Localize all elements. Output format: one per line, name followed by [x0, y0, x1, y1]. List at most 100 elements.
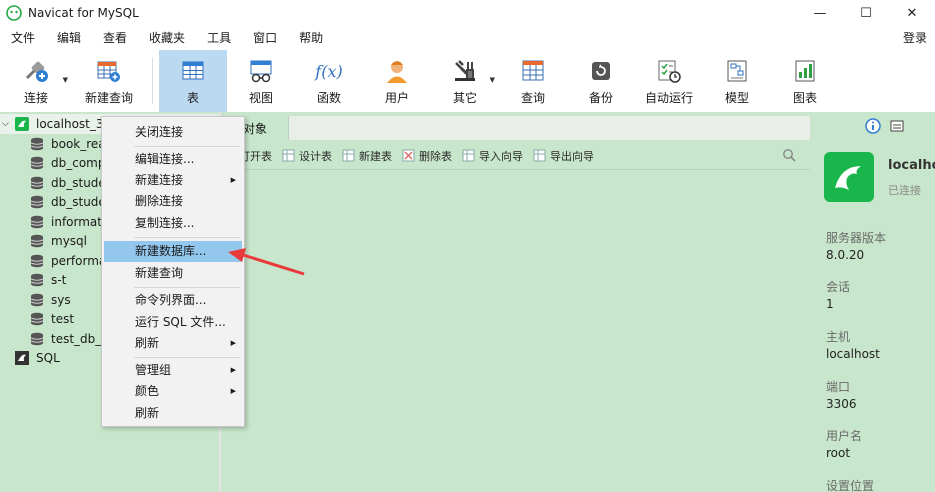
connection-name: localhost: [888, 158, 935, 173]
database-node[interactable]: test: [30, 309, 74, 329]
new-query-label: 新建查询: [84, 91, 133, 105]
object-pane: 对象 打开表 设计表 新建表 删除表 导入向导 导出向导: [221, 112, 810, 492]
export-wizard-button[interactable]: 导出向导: [533, 148, 594, 164]
database-icon: [30, 195, 44, 209]
maximize-button[interactable]: ☐: [843, 0, 889, 26]
design-table-button[interactable]: 设计表: [282, 148, 332, 164]
menu-view[interactable]: 查看: [92, 27, 138, 49]
chart-button[interactable]: 图表: [771, 50, 839, 112]
menu-manage-group[interactable]: 管理组 ▶: [104, 360, 242, 381]
backup-label: 备份: [588, 91, 613, 105]
design-table-label: 设计表: [299, 149, 332, 163]
menu-favorites[interactable]: 收藏夹: [138, 27, 196, 49]
database-label: db_stude: [51, 195, 106, 209]
database-icon: [30, 234, 44, 248]
navicat-logo-icon: [6, 5, 22, 21]
menu-delete-connection[interactable]: 删除连接: [104, 191, 242, 212]
function-button[interactable]: f(x) 函数: [295, 50, 363, 112]
submenu-arrow-icon: ▶: [230, 366, 236, 374]
menu-command-line[interactable]: 命令列界面...: [104, 290, 242, 311]
dropdown-arrow-icon[interactable]: ▼: [63, 76, 68, 84]
table-label: 表: [186, 91, 199, 105]
database-label: test: [51, 312, 75, 326]
menu-color[interactable]: 颜色 ▶: [104, 381, 242, 402]
menu-run-sql-file[interactable]: 运行 SQL 文件...: [104, 312, 242, 333]
automation-button[interactable]: 自动运行: [635, 50, 703, 112]
menu-help[interactable]: 帮助: [288, 27, 334, 49]
menu-edit-connection[interactable]: 编辑连接...: [104, 149, 242, 170]
dropdown-arrow-icon[interactable]: ▼: [490, 76, 495, 84]
menu-copy-connection[interactable]: 复制连接...: [104, 213, 242, 234]
sql-node[interactable]: SQL: [14, 348, 60, 368]
others-button[interactable]: 其它 ▼: [431, 50, 499, 112]
database-node[interactable]: sys: [30, 290, 71, 310]
database-node[interactable]: mysql: [30, 231, 87, 251]
database-node[interactable]: db_stude: [30, 173, 106, 193]
new-query-icon: [96, 58, 122, 84]
menu-new-database[interactable]: 新建数据库...: [104, 241, 242, 262]
new-table-button[interactable]: 新建表: [342, 148, 392, 164]
backup-icon: [588, 58, 614, 84]
menu-new-connection[interactable]: 新建连接 ▶: [104, 170, 242, 191]
database-node[interactable]: performa: [30, 251, 106, 271]
database-label: db_stude: [51, 176, 106, 190]
object-toolbar: 打开表 设计表 新建表 删除表 导入向导 导出向导: [221, 142, 810, 170]
database-icon: [30, 332, 44, 346]
database-icon: [30, 137, 44, 151]
collapse-chevron-icon[interactable]: ⌵: [2, 119, 14, 129]
ddl-icon[interactable]: [889, 118, 905, 134]
database-node[interactable]: db_stude: [30, 192, 106, 212]
database-node[interactable]: book_rea: [30, 134, 106, 154]
window-title: Navicat for MySQL: [28, 6, 139, 20]
import-icon: [462, 149, 475, 162]
database-label: db_comp: [51, 156, 106, 170]
search-icon[interactable]: [782, 148, 796, 162]
menu-file[interactable]: 文件: [0, 27, 46, 49]
database-icon: [30, 293, 44, 307]
toolbar-separator: [152, 58, 153, 104]
minimize-button[interactable]: —: [797, 0, 843, 26]
context-menu: 关闭连接 编辑连接... 新建连接 ▶ 删除连接 复制连接... 新建数据库...…: [101, 116, 245, 427]
menu-refresh-sub[interactable]: 刷新 ▶: [104, 333, 242, 354]
menu-edit[interactable]: 编辑: [46, 27, 92, 49]
menu-refresh[interactable]: 刷新: [104, 403, 242, 424]
view-button[interactable]: 视图: [227, 50, 295, 112]
tab-objects-label: 对象: [243, 121, 268, 136]
info-icon[interactable]: [865, 118, 881, 134]
menu-separator: [134, 237, 240, 238]
import-wizard-button[interactable]: 导入向导: [462, 148, 523, 164]
database-label: informati: [51, 215, 106, 229]
user-icon: [384, 58, 410, 84]
backup-button[interactable]: 备份: [567, 50, 635, 112]
tab-strip: [289, 116, 810, 140]
database-node[interactable]: test_db_c: [30, 329, 108, 349]
user-button[interactable]: 用户: [363, 50, 431, 112]
sql-label: SQL: [36, 351, 60, 365]
model-button[interactable]: 模型: [703, 50, 771, 112]
table-button[interactable]: 表: [159, 50, 227, 112]
view-icon: [248, 58, 274, 84]
database-node[interactable]: s-t: [30, 270, 66, 290]
menu-window[interactable]: 窗口: [242, 27, 288, 49]
login-link[interactable]: 登录: [903, 27, 927, 49]
username-value: root: [826, 446, 851, 460]
port-label: 端口: [826, 380, 851, 394]
connect-button[interactable]: 连接 ▼: [0, 50, 72, 112]
query-button[interactable]: 查询: [499, 50, 567, 112]
dolphin-icon: [835, 166, 861, 190]
delete-table-button[interactable]: 删除表: [402, 148, 452, 164]
menu-close-connection[interactable]: 关闭连接: [104, 122, 242, 143]
database-icon: [30, 273, 44, 287]
model-icon: [724, 58, 750, 84]
database-icon: [30, 254, 44, 268]
new-query-button[interactable]: 新建查询: [72, 50, 146, 112]
database-node[interactable]: informati: [30, 212, 105, 232]
delete-table-icon: [402, 149, 415, 162]
menu-new-connection-label: 新建连接: [135, 173, 184, 187]
database-node[interactable]: db_comp: [30, 153, 105, 173]
close-button[interactable]: ✕: [889, 0, 935, 26]
database-label: performa: [51, 254, 107, 268]
view-label: 视图: [248, 91, 273, 105]
menu-tools[interactable]: 工具: [196, 27, 242, 49]
menu-new-query[interactable]: 新建查询: [104, 263, 242, 284]
